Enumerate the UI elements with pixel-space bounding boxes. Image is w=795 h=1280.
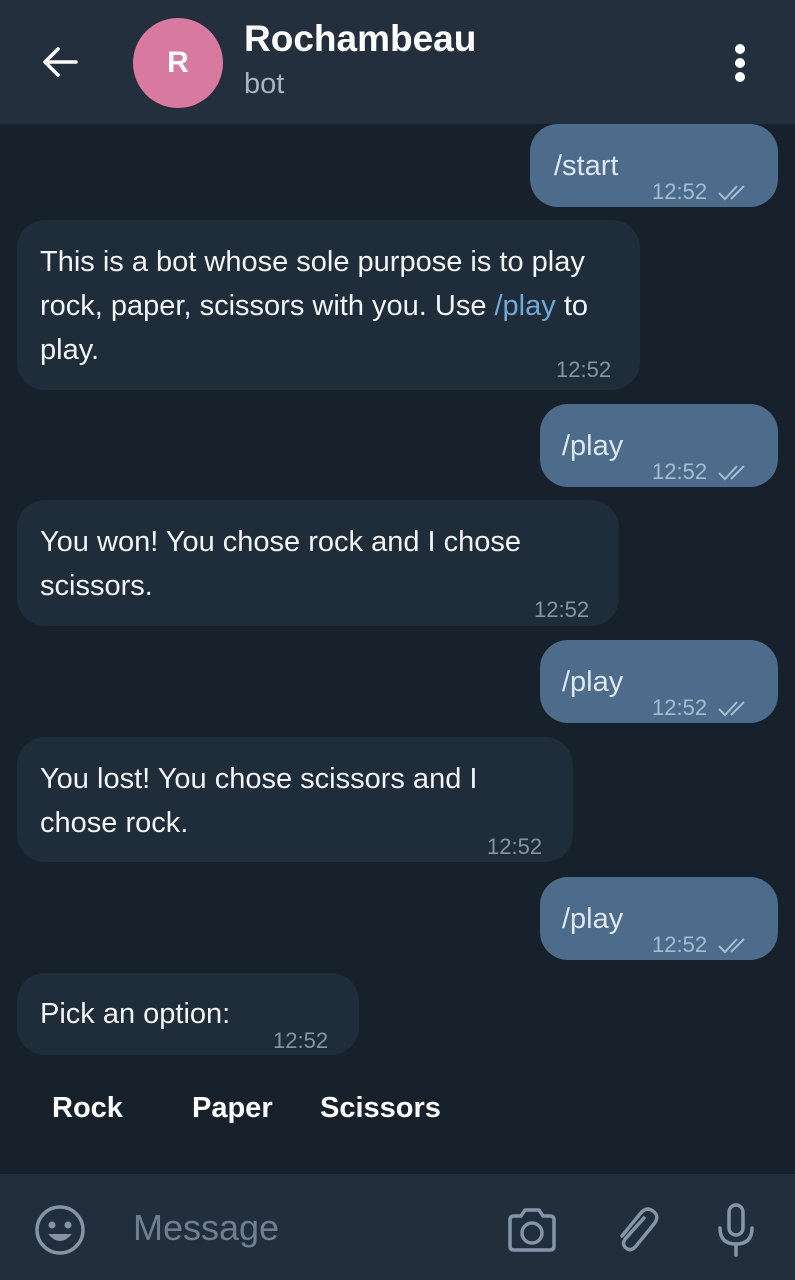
message-time: 12:52 (556, 357, 612, 382)
outgoing-message[interactable]: /play 12:52 (540, 404, 778, 487)
message-text: /start (554, 150, 619, 182)
message-time: 12:52 (652, 179, 708, 204)
outgoing-message[interactable]: /play 12:52 (540, 877, 778, 960)
message-text: You lost! You chose scissors and I chose… (40, 763, 478, 839)
message-text: Pick an option: (40, 998, 231, 1030)
bot-keyboard: Rock Paper Scissors (0, 1090, 795, 1130)
message-time: 12:52 (652, 459, 708, 484)
attach-icon (620, 1207, 659, 1252)
message-time: 12:52 (652, 695, 708, 720)
message-time: 12:52 (534, 597, 590, 622)
mic-icon (718, 1203, 754, 1257)
outgoing-message[interactable]: /play 12:52 (540, 640, 778, 723)
chat-title[interactable]: Rochambeau (244, 18, 476, 60)
read-checks-icon (718, 701, 745, 717)
message-composer: Message (0, 1174, 795, 1280)
back-arrow-icon (43, 47, 78, 77)
message-time: 12:52 (652, 932, 708, 957)
message-input[interactable]: Message (133, 1207, 279, 1249)
voice-button[interactable] (708, 1200, 764, 1260)
message-text: You won! You chose rock and I chose scis… (40, 526, 522, 602)
outgoing-message[interactable]: /start 12:52 (530, 124, 778, 207)
incoming-message[interactable]: You lost! You chose scissors and I chose… (17, 737, 573, 862)
more-options-button[interactable] (715, 38, 765, 88)
attach-button[interactable] (608, 1202, 664, 1258)
more-vertical-icon (735, 44, 745, 82)
message-time: 12:52 (273, 1028, 329, 1053)
incoming-message[interactable]: Pick an option: 12:52 (17, 973, 359, 1055)
message-time: 12:52 (487, 834, 543, 859)
read-checks-icon (718, 465, 745, 481)
read-checks-icon (718, 185, 745, 201)
incoming-message[interactable]: This is a bot whose sole purpose is to p… (17, 220, 640, 390)
avatar[interactable]: R (133, 18, 223, 108)
back-button[interactable] (30, 32, 90, 92)
message-text: /play (562, 903, 624, 935)
emoji-icon (35, 1205, 85, 1255)
read-checks-icon (718, 938, 745, 954)
camera-icon (508, 1208, 556, 1252)
message-list[interactable]: /start 12:52 This is a bot whose sole pu… (0, 124, 795, 1174)
message-text: /play (562, 430, 624, 462)
play-command-link[interactable]: /play (495, 290, 556, 322)
incoming-message[interactable]: You won! You chose rock and I chose scis… (17, 500, 619, 626)
message-text: This is a bot whose sole purpose is to p… (40, 246, 589, 366)
paper-button[interactable]: Paper (192, 1092, 273, 1125)
chat-subtitle: bot (244, 68, 285, 100)
emoji-button[interactable] (32, 1202, 88, 1258)
camera-button[interactable] (503, 1202, 561, 1258)
scissors-button[interactable]: Scissors (320, 1092, 441, 1125)
chat-header: R Rochambeau bot (0, 0, 795, 124)
message-text: /play (562, 666, 624, 698)
rock-button[interactable]: Rock (52, 1092, 123, 1125)
